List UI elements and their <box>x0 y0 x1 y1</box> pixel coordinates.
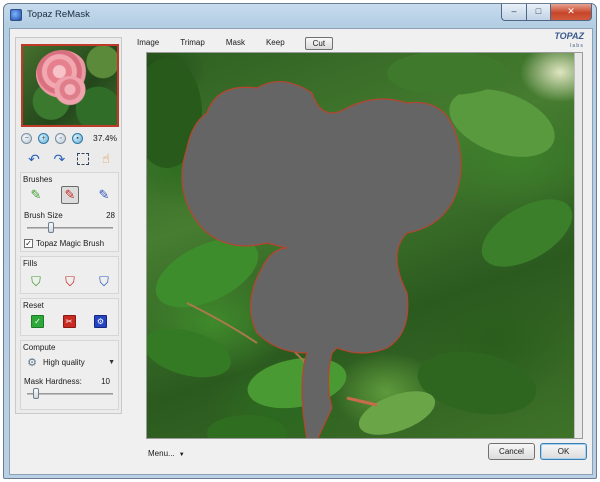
zoom-out-icon[interactable]: − <box>21 132 32 144</box>
zoom-value: 37.4% <box>93 133 118 143</box>
left-panel: − + ▫ ▪ 37.4% ↶ ↷ ☝ Brushes ✎ ✎ ✎ Brush … <box>15 37 122 414</box>
zoom-in-icon[interactable]: + <box>38 132 49 144</box>
tool-row: ↶ ↷ ☝ <box>26 151 114 167</box>
reset-icons: ✓ ✂ ⚙ <box>31 315 107 328</box>
canvas-drawing <box>147 53 573 438</box>
keep-brush-icon[interactable]: ✎ <box>27 186 45 204</box>
canvas-right-strip <box>574 53 582 438</box>
compute-brush-icon[interactable]: ✎ <box>95 186 113 204</box>
ok-button[interactable]: OK <box>540 443 587 460</box>
fit-icon[interactable]: ▫ <box>55 132 66 144</box>
brush-size-slider-thumb[interactable] <box>48 222 55 233</box>
cut-brush-icon[interactable]: ✎ <box>61 186 79 204</box>
close-button[interactable]: ✕ <box>550 4 592 21</box>
compute-group: Compute ⚙ High quality ▼ Mask Hardness: … <box>20 340 119 410</box>
reset-keep-icon[interactable]: ✓ <box>31 315 44 328</box>
brushes-group: Brushes ✎ ✎ ✎ Brush Size 28 ✓ Topaz Magi… <box>20 172 119 252</box>
compute-fill-icon[interactable]: ⛉ <box>95 273 113 291</box>
actual-size-icon[interactable]: ▪ <box>72 132 83 144</box>
selection-icon[interactable] <box>76 153 89 165</box>
view-tabs: Image Trimap Mask Keep Cut <box>136 36 352 50</box>
brush-icons: ✎ ✎ ✎ <box>27 186 113 204</box>
topaz-logo-text: TOPAZ <box>554 31 584 41</box>
fill-icons: ⛉ ⛉ ⛉ <box>27 273 113 291</box>
tab-mask[interactable]: Mask <box>225 37 246 50</box>
tab-trimap[interactable]: Trimap <box>179 37 206 50</box>
tab-image[interactable]: Image <box>136 37 160 50</box>
mask-hardness-slider-thumb[interactable] <box>32 388 39 399</box>
mask-hardness-value: 10 <box>101 377 110 386</box>
navigator-thumbnail[interactable] <box>21 44 119 127</box>
reset-title: Reset <box>23 301 44 310</box>
reset-compute-icon[interactable]: ⚙ <box>94 315 107 328</box>
quality-dropdown[interactable]: ⚙ High quality ▼ <box>25 354 115 370</box>
app-window: Topaz ReMask – □ ✕ − + ▫ ▪ 37.4% ↶ ↷ ☝ B… <box>3 3 597 479</box>
brush-size-label: Brush Size <box>24 211 63 220</box>
maximize-button[interactable]: □ <box>526 4 550 21</box>
client-area: − + ▫ ▪ 37.4% ↶ ↷ ☝ Brushes ✎ ✎ ✎ Brush … <box>9 28 593 475</box>
window-title: Topaz ReMask <box>27 9 90 20</box>
topaz-logo-sub: labs <box>569 43 584 49</box>
magic-brush-label: Topaz Magic Brush <box>36 239 105 248</box>
title-bar[interactable]: Topaz ReMask – □ ✕ <box>4 4 596 26</box>
magic-brush-checkbox[interactable]: ✓ <box>24 239 33 248</box>
tab-keep[interactable]: Keep <box>265 37 286 50</box>
menu-label: Menu... <box>148 449 175 458</box>
app-icon <box>10 9 22 21</box>
chevron-down-icon: ▼ <box>178 452 185 458</box>
brushes-title: Brushes <box>23 175 53 184</box>
brush-size-value: 28 <box>106 211 115 220</box>
mask-hardness-label: Mask Hardness: <box>24 377 82 386</box>
menu-button[interactable]: Menu... ▼ <box>148 449 185 458</box>
brush-size-track[interactable] <box>27 227 113 229</box>
fills-title: Fills <box>23 259 38 268</box>
cancel-button[interactable]: Cancel <box>488 443 535 460</box>
mask-hardness-track[interactable] <box>27 393 113 395</box>
window-controls: – □ ✕ <box>501 4 592 21</box>
keep-fill-icon[interactable]: ⛉ <box>27 273 45 291</box>
rose-bud-thumbnail-image <box>53 76 87 106</box>
compute-title: Compute <box>23 343 56 352</box>
compute-gear-icon: ⚙ <box>27 356 37 369</box>
zoom-row: − + ▫ ▪ 37.4% <box>21 132 119 144</box>
minimize-button[interactable]: – <box>501 4 526 21</box>
cut-fill-icon[interactable]: ⛉ <box>61 273 79 291</box>
topaz-logo: TOPAZ labs <box>550 31 584 49</box>
redo-icon[interactable]: ↷ <box>51 151 67 167</box>
quality-label: High quality <box>43 357 85 367</box>
chevron-down-icon: ▼ <box>108 358 115 366</box>
undo-icon[interactable]: ↶ <box>26 151 42 167</box>
fills-group: Fills ⛉ ⛉ ⛉ <box>20 256 119 294</box>
image-canvas[interactable] <box>146 52 583 439</box>
tab-cut[interactable]: Cut <box>304 36 334 50</box>
reset-cut-icon[interactable]: ✂ <box>62 315 76 328</box>
reset-group: Reset ✓ ✂ ⚙ <box>20 298 119 336</box>
hand-icon[interactable]: ☝ <box>98 151 114 167</box>
